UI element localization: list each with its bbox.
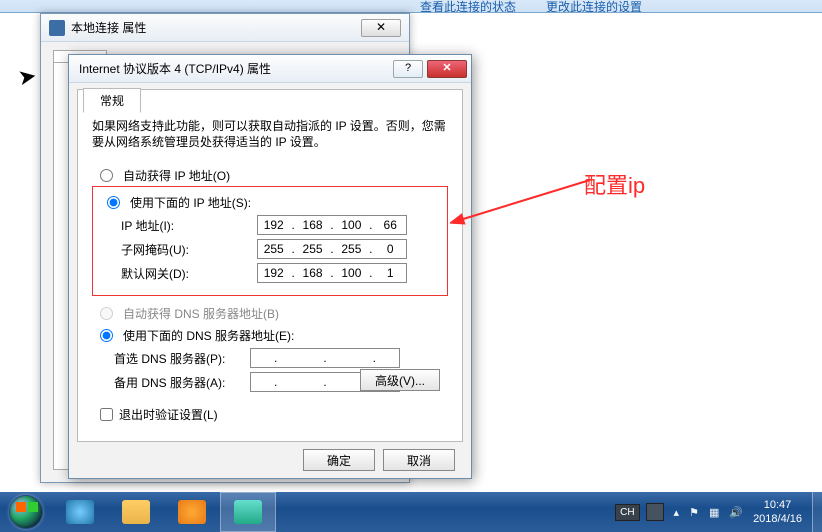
back-dialog-title: 本地连接 属性 — [71, 19, 361, 36]
hint-text: 如果网络支持此功能，则可以获取自动指派的 IP 设置。否则，您需要从网络系统管理… — [92, 118, 448, 150]
language-indicator[interactable]: CH — [615, 504, 639, 521]
validate-checkbox[interactable] — [100, 408, 113, 421]
taskbar-control-panel[interactable] — [220, 492, 276, 532]
subnet-mask-row: 子网掩码(U): 255. 255. 255. 0 — [99, 237, 441, 261]
gw-o2[interactable]: 168 — [298, 266, 328, 280]
gateway-row: 默认网关(D): 192. 168. 100. 1 — [99, 261, 441, 285]
gw-o1[interactable]: 192 — [259, 266, 289, 280]
gw-o3[interactable]: 100 — [336, 266, 366, 280]
tab-general[interactable]: 常规 — [83, 88, 141, 113]
advanced-button[interactable]: 高级(V)... — [360, 369, 440, 391]
manual-dns-radio[interactable] — [100, 329, 113, 342]
volume-icon[interactable]: 🔊 — [729, 506, 743, 519]
close-button[interactable]: ✕ — [361, 19, 401, 37]
close-button[interactable]: ✕ — [427, 60, 467, 78]
ip-address-row: IP 地址(I): 192. 168. 100. 66 — [99, 213, 441, 237]
taskbar-media[interactable] — [164, 492, 220, 532]
help-button[interactable]: ? — [393, 60, 423, 78]
manual-dns-radio-row[interactable]: 使用下面的 DNS 服务器地址(E): — [92, 324, 448, 346]
auto-ip-radio[interactable] — [100, 169, 113, 182]
mask-o1[interactable]: 255 — [259, 242, 289, 256]
dns1-input[interactable]: ... — [250, 348, 400, 368]
clock-date: 2018/4/16 — [753, 512, 802, 526]
media-player-icon — [178, 500, 206, 524]
windows-orb-icon — [9, 495, 43, 529]
ipv4-properties-dialog: Internet 协议版本 4 (TCP/IPv4) 属性 ? ✕ 常规 如果网… — [68, 54, 472, 479]
ip-address-input[interactable]: 192. 168. 100. 66 — [257, 215, 407, 235]
taskbar-ie[interactable] — [52, 492, 108, 532]
taskbar[interactable]: CH ▴ ⚑ ▦ 🔊 10:47 2018/4/16 — [0, 492, 822, 532]
auto-dns-radio — [100, 307, 113, 320]
manual-dns-label: 使用下面的 DNS 服务器地址(E): — [123, 327, 294, 344]
clock-time: 10:47 — [753, 498, 802, 512]
control-panel-icon — [234, 500, 262, 524]
dialog-body: 如果网络支持此功能，则可以获取自动指派的 IP 设置。否则，您需要从网络系统管理… — [77, 89, 463, 442]
gateway-input[interactable]: 192. 168. 100. 1 — [257, 263, 407, 283]
manual-ip-radio-row[interactable]: 使用下面的 IP 地址(S): — [99, 191, 441, 213]
start-button[interactable] — [0, 492, 52, 532]
chevron-up-icon[interactable]: ▴ — [674, 506, 680, 519]
dns2-label: 备用 DNS 服务器(A): — [92, 374, 250, 391]
ip-o1[interactable]: 192 — [259, 218, 289, 232]
dns1-row: 首选 DNS 服务器(P): ... — [92, 346, 448, 370]
annotation-text: 配置ip — [584, 168, 645, 200]
dialog-tabs: 常规 — [77, 88, 141, 113]
ip-o3[interactable]: 100 — [336, 218, 366, 232]
mask-o4[interactable]: 0 — [375, 242, 405, 256]
network-icon — [49, 20, 65, 36]
gateway-label: 默认网关(D): — [99, 265, 257, 282]
mouse-cursor-icon: ➤ — [16, 63, 39, 92]
auto-ip-label: 自动获得 IP 地址(O) — [123, 167, 230, 184]
show-desktop-button[interactable] — [812, 492, 822, 532]
ie-icon — [66, 500, 94, 524]
ip-o2[interactable]: 168 — [298, 218, 328, 232]
taskbar-explorer[interactable] — [108, 492, 164, 532]
clock[interactable]: 10:47 2018/4/16 — [753, 498, 802, 526]
dialog-footer: 确定 取消 — [69, 442, 471, 478]
keyboard-icon[interactable] — [646, 503, 664, 521]
manual-ip-radio[interactable] — [107, 196, 120, 209]
ip-address-label: IP 地址(I): — [99, 217, 257, 234]
auto-dns-radio-row: 自动获得 DNS 服务器地址(B) — [92, 302, 448, 324]
tray-icons: ▴ ⚑ ▦ 🔊 — [674, 506, 744, 519]
cancel-button[interactable]: 取消 — [383, 449, 455, 471]
ok-button[interactable]: 确定 — [303, 449, 375, 471]
back-dialog-titlebar[interactable]: 本地连接 属性 ✕ — [41, 14, 409, 42]
folder-icon — [122, 500, 150, 524]
action-center-icon[interactable]: ⚑ — [689, 506, 699, 519]
dns1-label: 首选 DNS 服务器(P): — [92, 350, 250, 367]
manual-ip-label: 使用下面的 IP 地址(S): — [130, 194, 251, 211]
mask-o3[interactable]: 255 — [336, 242, 366, 256]
auto-dns-label: 自动获得 DNS 服务器地址(B) — [123, 305, 279, 322]
validate-row[interactable]: 退出时验证设置(L) — [100, 406, 448, 423]
gw-o4[interactable]: 1 — [375, 266, 405, 280]
ip-o4[interactable]: 66 — [375, 218, 405, 232]
system-tray: CH ▴ ⚑ ▦ 🔊 10:47 2018/4/16 — [615, 492, 822, 532]
mask-o2[interactable]: 255 — [298, 242, 328, 256]
ip-settings-group: 使用下面的 IP 地址(S): IP 地址(I): 192. 168. 100.… — [92, 186, 448, 296]
network-tray-icon[interactable]: ▦ — [709, 506, 719, 519]
subnet-mask-input[interactable]: 255. 255. 255. 0 — [257, 239, 407, 259]
validate-label: 退出时验证设置(L) — [119, 406, 218, 423]
subnet-mask-label: 子网掩码(U): — [99, 241, 257, 258]
dialog-title: Internet 协议版本 4 (TCP/IPv4) 属性 — [79, 60, 393, 77]
dialog-titlebar[interactable]: Internet 协议版本 4 (TCP/IPv4) 属性 ? ✕ — [69, 55, 471, 83]
auto-ip-radio-row[interactable]: 自动获得 IP 地址(O) — [92, 164, 448, 186]
